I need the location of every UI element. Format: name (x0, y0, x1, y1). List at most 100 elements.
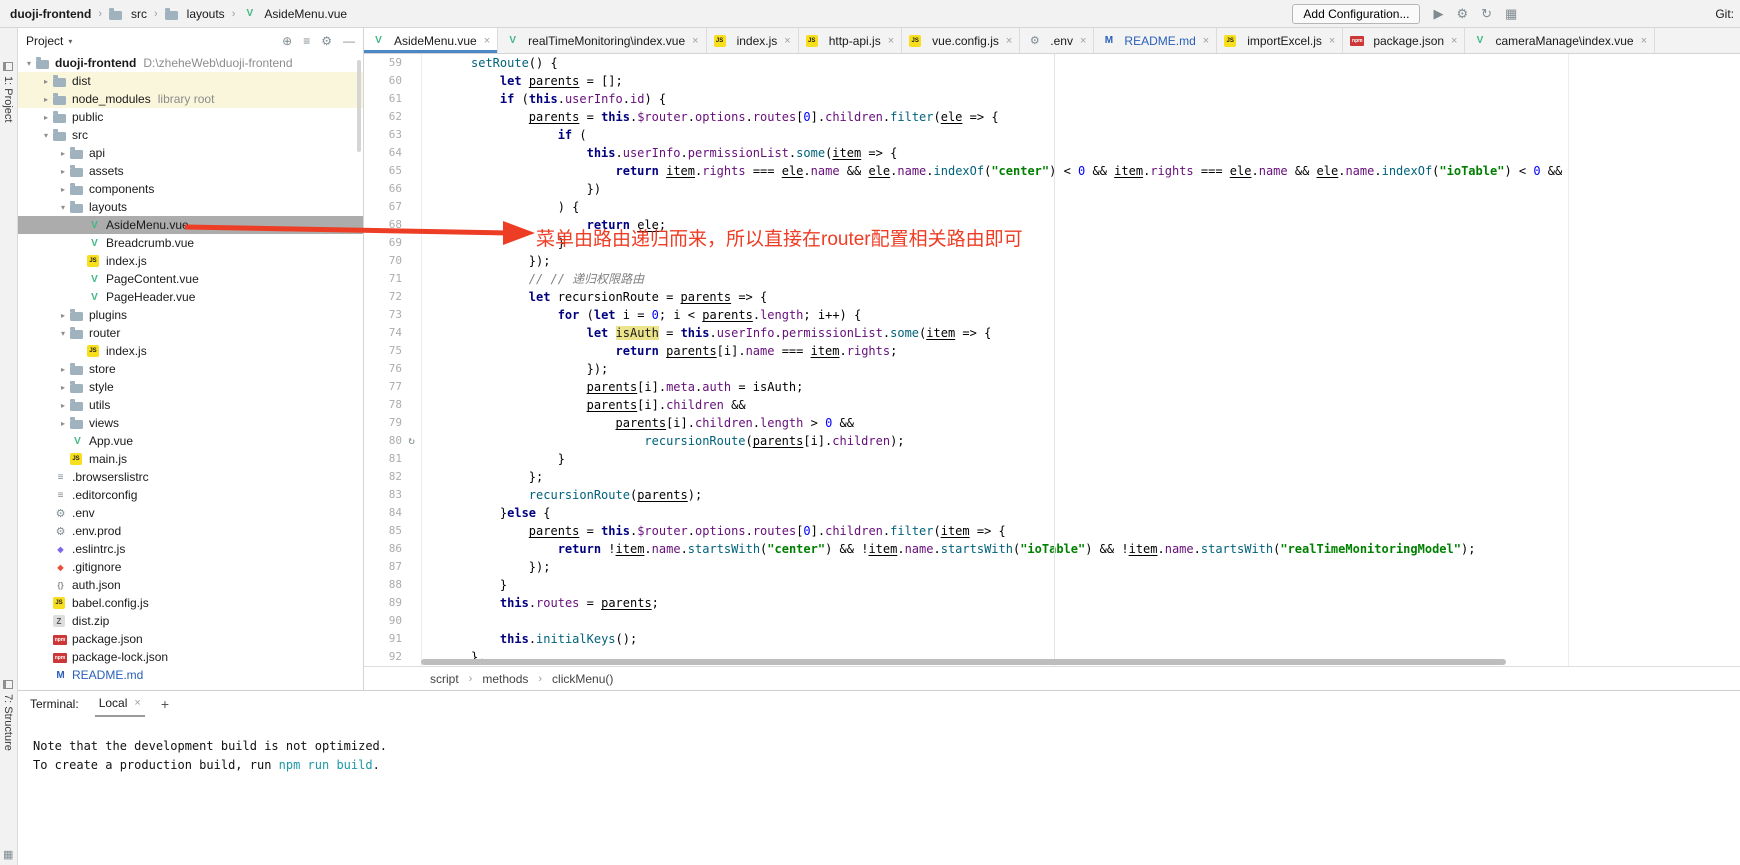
terminal-tab-local[interactable]: Local × (95, 691, 145, 717)
tree-item[interactable]: ⚙.env (18, 504, 363, 522)
tree-item[interactable]: JSbabel.config.js (18, 594, 363, 612)
close-icon[interactable]: × (484, 35, 490, 47)
code-line[interactable]: 64 this.userInfo.permissionList.some(ite… (364, 144, 1568, 162)
close-icon[interactable]: × (1080, 35, 1086, 47)
stripe-project-label[interactable]: 1: Project (2, 76, 14, 122)
tree-item[interactable]: VPageHeader.vue (18, 288, 363, 306)
code-line[interactable]: 63 if ( (364, 126, 1568, 144)
code-line[interactable]: 75 return parents[i].name === item.right… (364, 342, 1568, 360)
code-line[interactable]: 80↻ recursionRoute(parents[i].children); (364, 432, 1568, 450)
tree-item[interactable]: ▸api (18, 144, 363, 162)
code-line[interactable]: 78 parents[i].children && (364, 396, 1568, 414)
tree-item[interactable]: ▸plugins (18, 306, 363, 324)
structure-toolwindow-icon[interactable] (3, 680, 13, 689)
close-icon[interactable]: × (1329, 35, 1335, 47)
close-icon[interactable]: × (134, 697, 140, 709)
tree-item[interactable]: JSindex.js (18, 252, 363, 270)
code-line[interactable]: 65 return item.rights === ele.name && el… (364, 162, 1568, 180)
chevron-collapsed-icon[interactable]: ▸ (56, 311, 70, 320)
tree-item[interactable]: ▸assets (18, 162, 363, 180)
code-line[interactable]: 70 }); (364, 252, 1568, 270)
code-line[interactable]: 86 return !item.name.startsWith("center"… (364, 540, 1568, 558)
tree-item[interactable]: ≡.browserslistrc (18, 468, 363, 486)
breadcrumb-item[interactable]: layouts (165, 7, 225, 21)
tree-item[interactable]: ◆.eslintrc.js (18, 540, 363, 558)
git-label[interactable]: Git: (1715, 7, 1734, 21)
code-line[interactable]: 82 }; (364, 468, 1568, 486)
code-line[interactable]: 77 parents[i].meta.auth = isAuth; (364, 378, 1568, 396)
filter-icon[interactable]: ≡ (303, 34, 310, 48)
tree-item[interactable]: ▾layouts (18, 198, 363, 216)
editor-tab[interactable]: MREADME.md× (1094, 28, 1217, 53)
tree-item[interactable]: VApp.vue (18, 432, 363, 450)
gear-icon[interactable]: ⚙ (1456, 7, 1468, 20)
chevron-collapsed-icon[interactable]: ▸ (56, 167, 70, 176)
editor-tab[interactable]: JSvue.config.js× (902, 28, 1020, 53)
editor-tab[interactable]: ⚙.env× (1020, 28, 1094, 53)
tree-item[interactable]: VBreadcrumb.vue (18, 234, 363, 252)
tree-item[interactable]: ▾router (18, 324, 363, 342)
close-icon[interactable]: × (1203, 35, 1209, 47)
chevron-collapsed-icon[interactable]: ▸ (56, 365, 70, 374)
editor-tab[interactable]: VcameraManage\index.vue× (1465, 28, 1655, 53)
code-line[interactable]: 60 let parents = []; (364, 72, 1568, 90)
tree-item[interactable]: JSindex.js (18, 342, 363, 360)
code-line[interactable]: 67 ) { (364, 198, 1568, 216)
code-line[interactable]: 66 }) (364, 180, 1568, 198)
horizontal-scrollbar[interactable] (421, 659, 1521, 665)
tree-item[interactable]: ≡.editorconfig (18, 486, 363, 504)
sync-icon[interactable]: ↻ (1481, 7, 1492, 20)
tree-item[interactable]: npmpackage-lock.json (18, 648, 363, 666)
chevron-down-icon[interactable]: ▾ (68, 37, 72, 46)
chevron-collapsed-icon[interactable]: ▸ (39, 77, 53, 86)
code-line[interactable]: 62 parents = this.$router.options.routes… (364, 108, 1568, 126)
chevron-expanded-icon[interactable]: ▾ (56, 329, 70, 338)
tree-item[interactable]: Zdist.zip (18, 612, 363, 630)
chevron-collapsed-icon[interactable]: ▸ (39, 95, 53, 104)
tree-item[interactable]: ▸public (18, 108, 363, 126)
tree-item[interactable]: ▸components (18, 180, 363, 198)
tree-item[interactable]: ◆.gitignore (18, 558, 363, 576)
close-icon[interactable]: × (784, 35, 790, 47)
code-line[interactable]: 89 this.routes = parents; (364, 594, 1568, 612)
stripe-structure-label[interactable]: 7: Structure (2, 694, 14, 751)
tree-item[interactable]: VPageContent.vue (18, 270, 363, 288)
project-toolwindow-icon[interactable] (3, 62, 13, 71)
editor-tab[interactable]: JSindex.js× (707, 28, 799, 53)
close-icon[interactable]: × (1451, 35, 1457, 47)
breadcrumb-item[interactable]: VAsideMenu.vue (242, 7, 347, 21)
editor-tab[interactable]: npmpackage.json× (1343, 28, 1465, 53)
tree-item[interactable]: npmpackage.json (18, 630, 363, 648)
locate-icon[interactable]: ⊕ (282, 34, 292, 48)
editor-tab[interactable]: JSimportExcel.js× (1217, 28, 1343, 53)
code-line[interactable]: 91 this.initialKeys(); (364, 630, 1568, 648)
code-line[interactable]: 84 }else { (364, 504, 1568, 522)
close-icon[interactable]: × (1641, 35, 1647, 47)
close-icon[interactable]: × (888, 35, 894, 47)
breadcrumb-item[interactable]: src (109, 7, 147, 21)
breadcrumb-item[interactable]: methods (482, 672, 528, 686)
code-line[interactable]: 74 let isAuth = this.userInfo.permission… (364, 324, 1568, 342)
code-line[interactable]: 59setRoute() { (364, 54, 1568, 72)
tree-item[interactable]: ▾duoji-frontendD:\zheheWeb\duoji-fronten… (18, 54, 363, 72)
tree-item[interactable]: ▸style (18, 378, 363, 396)
scrollbar-thumb[interactable] (421, 659, 1506, 665)
tree-item[interactable]: JSmain.js (18, 450, 363, 468)
code-line[interactable]: 88 } (364, 576, 1568, 594)
code-line[interactable]: 87 }); (364, 558, 1568, 576)
grid-icon[interactable]: ▦ (1505, 7, 1517, 20)
project-panel-title[interactable]: Project (26, 34, 63, 48)
code-line[interactable]: 73 for (let i = 0; i < parents.length; i… (364, 306, 1568, 324)
breadcrumb-item[interactable]: duoji-frontend (10, 7, 91, 21)
grid-icon[interactable]: ▦ (3, 848, 13, 861)
code-line[interactable]: 76 }); (364, 360, 1568, 378)
chevron-expanded-icon[interactable]: ▾ (22, 59, 36, 68)
editor-tab[interactable]: VAsideMenu.vue× (364, 28, 498, 53)
code-line[interactable]: 85 parents = this.$router.options.routes… (364, 522, 1568, 540)
chevron-expanded-icon[interactable]: ▾ (39, 131, 53, 140)
chevron-collapsed-icon[interactable]: ▸ (56, 185, 70, 194)
terminal-output[interactable]: Note that the development build is not o… (18, 717, 1740, 775)
breadcrumb-item[interactable]: clickMenu() (552, 672, 613, 686)
project-scrollbar[interactable] (357, 60, 361, 152)
code-line[interactable]: 79 parents[i].children.length > 0 && (364, 414, 1568, 432)
